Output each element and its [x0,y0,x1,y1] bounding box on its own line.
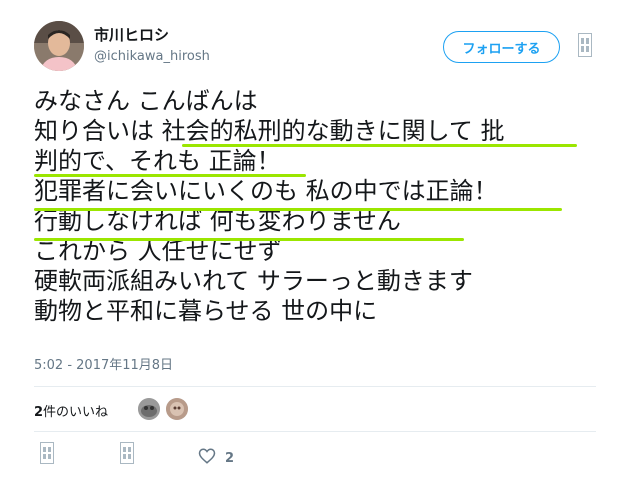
likes-label: 件のいいね [43,405,109,420]
highlight-underline [34,174,306,177]
tweet-line: みなさん こんばんは [34,87,258,115]
highlight-underline [182,144,577,147]
tweet-line: 動物と平和に暮らせる 世の中に [34,297,378,325]
reply-icon[interactable] [40,442,54,464]
like-heart-icon[interactable] [198,447,216,465]
follow-button[interactable]: フォローする [443,31,560,63]
divider [34,386,596,387]
tweet-line: 知り合いは 社会的私刑的な動きに関して 批 [34,117,505,145]
tweet-line: 判的で、それも 正論！ [34,147,281,175]
tweet-line: 硬軟両派組みいれて サラーっと動きます [34,267,473,295]
liker-avatar[interactable] [138,398,160,420]
tweet-line: 犯罪者に会いにいくのも 私の中では正論！ [34,177,498,205]
retweet-icon[interactable] [120,442,134,464]
likes-count[interactable]: 2件のいいね [34,401,108,420]
more-options-icon[interactable] [578,33,592,57]
likes-number: 2 [34,405,44,420]
user-handle[interactable]: @ichikawa_hirosh [94,49,210,64]
avatar[interactable] [34,21,84,71]
highlight-underline [34,238,464,241]
liker-avatar[interactable] [166,398,188,420]
tweet-text: みなさん こんばんは 知り合いは 社会的私刑的な動きに関して 批 判的で、それも… [34,86,604,326]
like-count[interactable]: 2 [225,451,234,466]
tweet-timestamp[interactable]: 5:02 - 2017年11月8日 [34,354,173,373]
divider [34,431,596,432]
display-name[interactable]: 市川ヒロシ [94,24,169,45]
highlight-underline [34,208,562,211]
